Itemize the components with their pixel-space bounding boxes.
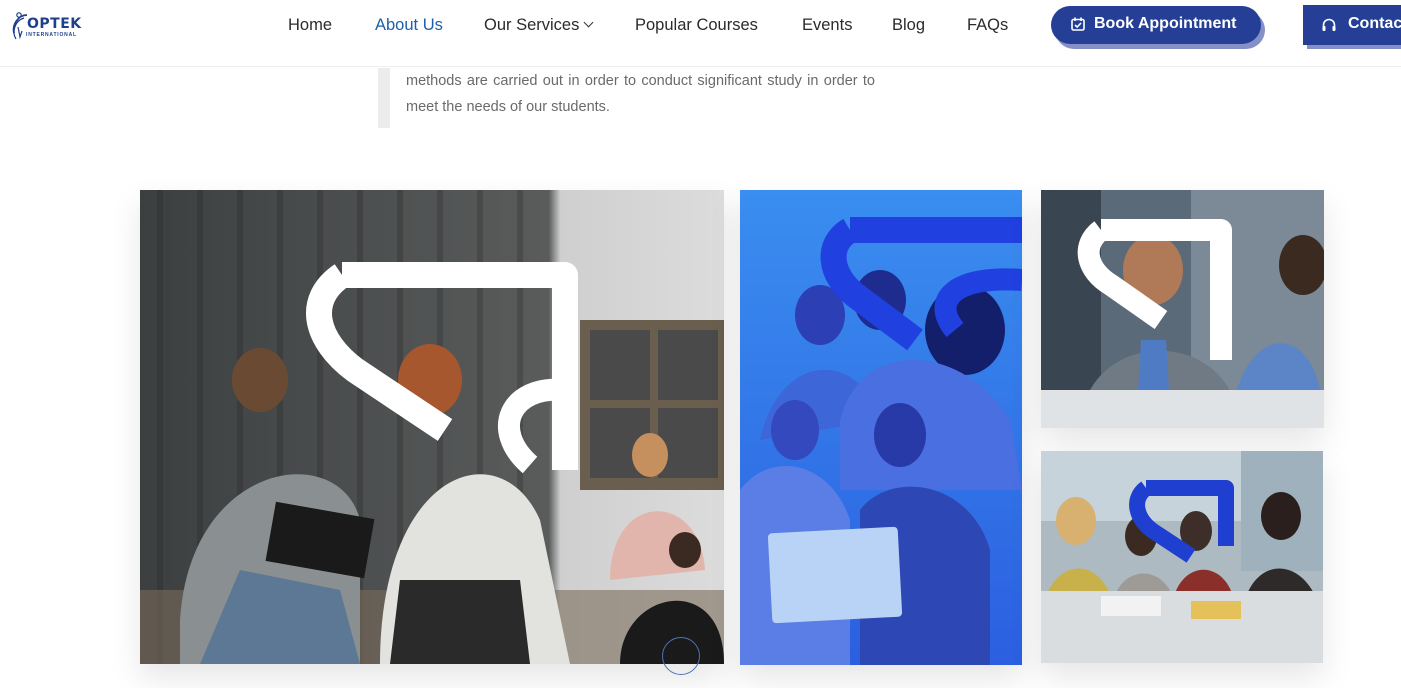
nav-events[interactable]: Events — [802, 14, 852, 36]
site-header: OPTEK INTERNATIONAL Home About Us Our Se… — [0, 0, 1401, 67]
calendar-check-icon — [1071, 17, 1085, 31]
contact-button[interactable]: Contac — [1303, 5, 1401, 45]
about-paragraph: methods are carried out in order to cond… — [406, 73, 875, 115]
business-meeting-photo — [1041, 190, 1324, 428]
headset-icon — [1322, 18, 1336, 31]
nav-faqs[interactable]: FAQs — [967, 14, 1008, 36]
blockquote-bar — [378, 68, 390, 128]
study-group-table-photo — [1041, 451, 1323, 663]
chevron-down-icon — [583, 17, 594, 28]
scroll-indicator-circle[interactable] — [662, 637, 700, 675]
book-appointment-label: Book Appointment — [1094, 15, 1237, 32]
nav-our-services-label: Our Services — [484, 16, 580, 34]
brand-tagline: INTERNATIONAL — [26, 32, 77, 38]
mentor-session-photo — [140, 190, 724, 664]
nav-about-us[interactable]: About Us — [375, 14, 443, 36]
contact-label: Contac — [1348, 15, 1401, 32]
nav-home[interactable]: Home — [288, 14, 332, 36]
nav-our-services[interactable]: Our Services — [484, 14, 594, 36]
book-appointment-button[interactable]: Book Appointment — [1051, 6, 1261, 44]
nav-popular-courses[interactable]: Popular Courses — [635, 14, 758, 36]
student-group-laptop-photo — [740, 190, 1022, 665]
brand-name: OPTEK — [27, 16, 82, 32]
brand-logo[interactable]: OPTEK INTERNATIONAL — [10, 9, 88, 43]
nav-blog[interactable]: Blog — [892, 14, 925, 36]
